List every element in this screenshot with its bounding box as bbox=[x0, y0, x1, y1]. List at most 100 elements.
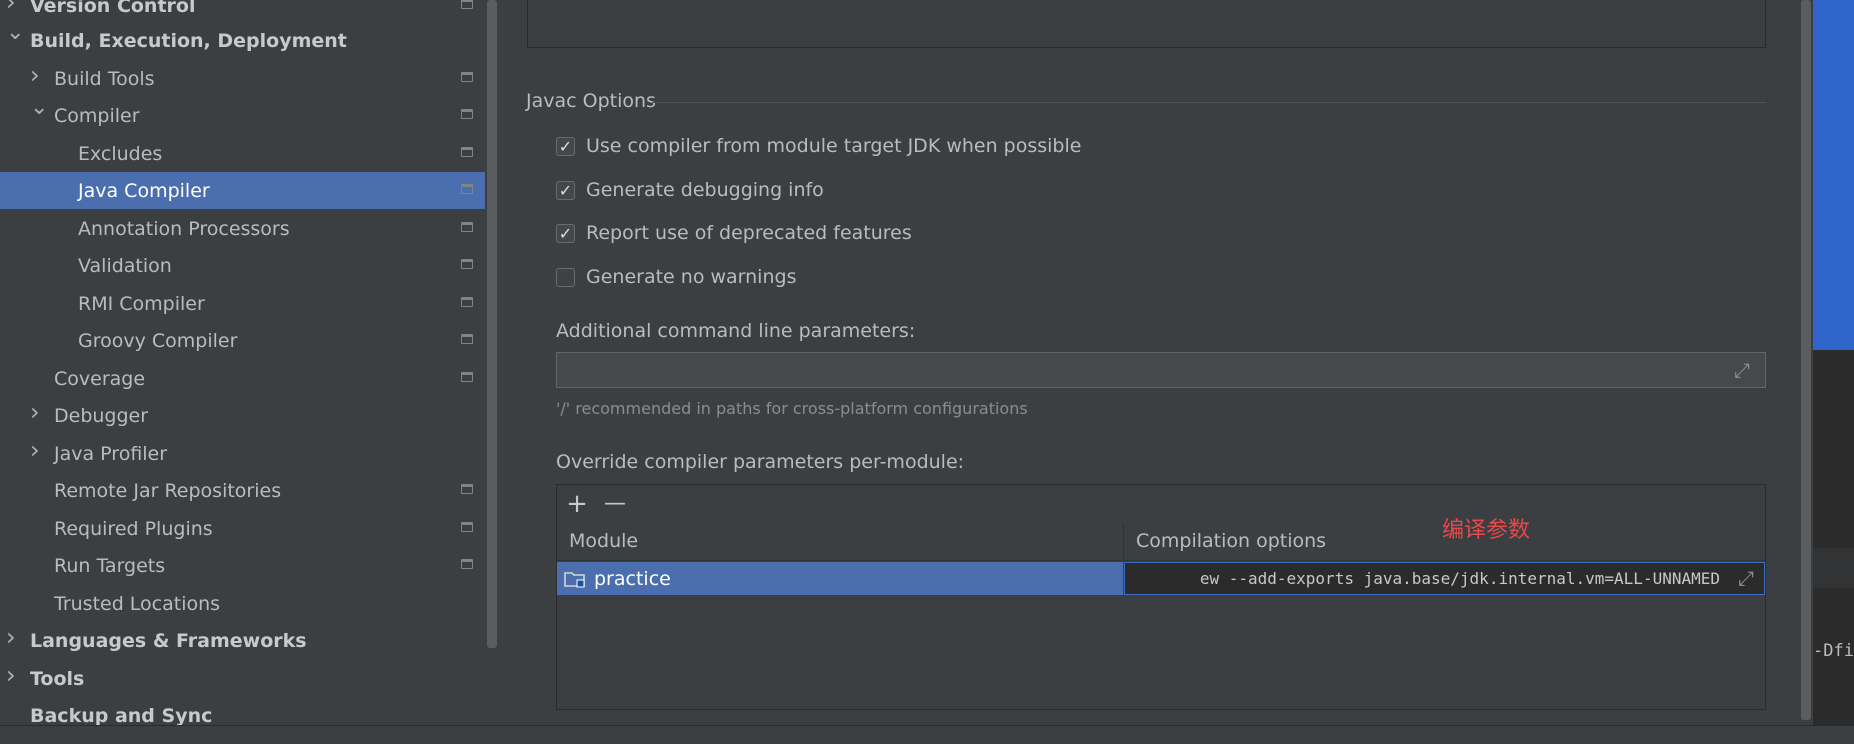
editor-gutter-block bbox=[1813, 548, 1854, 588]
sidebar-item-groovy-compiler[interactable]: Groovy Compiler bbox=[0, 322, 485, 359]
background-editor: -Dfi bbox=[1813, 0, 1854, 743]
module-name: practice bbox=[594, 567, 671, 590]
sidebar-item-label: Version Control bbox=[30, 0, 196, 17]
module-override-table: + — Module Compilation options practice … bbox=[556, 484, 1766, 710]
sidebar-item-validation[interactable]: Validation bbox=[0, 247, 485, 284]
sidebar-item-label: Java Profiler bbox=[54, 442, 168, 465]
project-level-icon bbox=[461, 147, 473, 157]
expand-icon[interactable]: ⤢ bbox=[1734, 566, 1758, 590]
checkbox[interactable]: ✓ bbox=[556, 223, 575, 243]
sidebar-item-label: Required Plugins bbox=[54, 517, 213, 540]
compilation-options-value: ew --add-exports java.base/jdk.internal.… bbox=[1199, 569, 1720, 588]
sidebar-scrollbar-thumb[interactable] bbox=[487, 0, 497, 648]
sidebar-item-label: Build Tools bbox=[54, 67, 155, 90]
column-module[interactable]: Module bbox=[557, 523, 1123, 560]
module-folder-icon bbox=[564, 570, 586, 588]
sidebar-item-build-tools[interactable]: › Build Tools bbox=[0, 60, 485, 97]
project-level-icon bbox=[461, 72, 473, 82]
option-label: Report use of deprecated features bbox=[586, 222, 912, 244]
table-row[interactable]: practice ew --add-exports java.base/jdk.… bbox=[557, 562, 1765, 595]
project-level-icon bbox=[461, 0, 473, 9]
option-label: Generate debugging info bbox=[586, 179, 824, 201]
sidebar-item-trusted-locations[interactable]: Trusted Locations bbox=[0, 585, 485, 622]
content-scrollbar-thumb[interactable] bbox=[1801, 0, 1811, 720]
chevron-right-icon[interactable]: › bbox=[30, 400, 44, 424]
additional-params-input[interactable]: ⤢ bbox=[556, 352, 1766, 388]
sidebar-scrollbar[interactable] bbox=[485, 0, 499, 725]
module-cell[interactable]: practice bbox=[557, 562, 1123, 595]
sidebar-item-label: Annotation Processors bbox=[78, 217, 290, 240]
chevron-right-icon[interactable]: › bbox=[6, 0, 20, 14]
dialog-bottom-bar bbox=[0, 725, 1854, 744]
project-level-icon bbox=[461, 222, 473, 232]
chevron-right-icon[interactable]: › bbox=[30, 438, 44, 462]
sidebar-item-java-profiler[interactable]: › Java Profiler bbox=[0, 435, 485, 472]
annotation-label: 编译参数 bbox=[1442, 518, 1531, 543]
chevron-right-icon[interactable]: › bbox=[30, 63, 44, 87]
chevron-down-icon[interactable]: ⌄ bbox=[6, 22, 24, 44]
sidebar-item-label: Backup and Sync bbox=[30, 704, 213, 726]
sidebar-item-label: Coverage bbox=[54, 367, 146, 390]
project-level-icon bbox=[461, 184, 473, 194]
previous-section-box bbox=[527, 0, 1766, 48]
sidebar-item-label: Languages & Frameworks bbox=[30, 629, 307, 652]
sidebar-item-excludes[interactable]: Excludes bbox=[0, 135, 485, 172]
sidebar-item-label: Remote Jar Repositories bbox=[54, 479, 282, 502]
sidebar-item-build-execution-deployment[interactable]: ⌄ Build, Execution, Deployment bbox=[0, 22, 485, 59]
sidebar-item-label: Compiler bbox=[54, 104, 140, 127]
sidebar-item-backup-and-sync[interactable]: Backup and Sync bbox=[0, 697, 485, 726]
content-scrollbar[interactable] bbox=[1799, 0, 1813, 743]
table-header: Module Compilation options bbox=[557, 523, 1765, 561]
sidebar-item-label: Tools bbox=[30, 667, 85, 690]
sidebar-item-compiler[interactable]: ⌄ Compiler bbox=[0, 97, 485, 134]
remove-icon[interactable]: — bbox=[601, 490, 629, 518]
checkbox[interactable] bbox=[556, 267, 575, 287]
compilation-options-input[interactable]: ew --add-exports java.base/jdk.internal.… bbox=[1124, 562, 1765, 595]
sidebar-item-label: Build, Execution, Deployment bbox=[30, 29, 347, 52]
sidebar-item-remote-jar-repositories[interactable]: Remote Jar Repositories bbox=[0, 472, 485, 509]
sidebar-item-version-control[interactable]: › Version Control bbox=[0, 0, 485, 24]
project-level-icon bbox=[461, 522, 473, 532]
additional-params-label: Additional command line parameters: bbox=[556, 320, 916, 342]
expand-icon[interactable]: ⤢ bbox=[1730, 358, 1754, 382]
sidebar-item-label: Run Targets bbox=[54, 554, 166, 577]
project-level-icon bbox=[461, 259, 473, 269]
sidebar-item-rmi-compiler[interactable]: RMI Compiler bbox=[0, 285, 485, 322]
sidebar-item-label: Debugger bbox=[54, 404, 149, 427]
sidebar-item-tools[interactable]: › Tools bbox=[0, 660, 485, 697]
chevron-right-icon[interactable]: › bbox=[6, 663, 20, 687]
section-divider bbox=[652, 102, 1766, 103]
table-toolbar: + — bbox=[557, 485, 1765, 524]
chevron-right-icon[interactable]: › bbox=[6, 625, 20, 649]
project-level-icon bbox=[461, 484, 473, 494]
sidebar-item-run-targets[interactable]: Run Targets bbox=[0, 547, 485, 584]
settings-sidebar: › Version Control ⌄ Build, Execution, Deplo… bbox=[0, 0, 485, 725]
sidebar-item-label: Java Compiler bbox=[78, 179, 210, 202]
option-deprecated-features[interactable]: ✓ Report use of deprecated features bbox=[556, 220, 912, 246]
option-no-warnings[interactable]: Generate no warnings bbox=[556, 264, 796, 290]
project-level-icon bbox=[461, 109, 473, 119]
sidebar-item-label: Excludes bbox=[78, 142, 163, 165]
sidebar-item-label: RMI Compiler bbox=[78, 292, 205, 315]
sidebar-item-languages-frameworks[interactable]: › Languages & Frameworks bbox=[0, 622, 485, 659]
add-icon[interactable]: + bbox=[563, 490, 591, 518]
sidebar-item-annotation-processors[interactable]: Annotation Processors bbox=[0, 210, 485, 247]
sidebar-item-label: Groovy Compiler bbox=[78, 329, 238, 352]
sidebar-item-debugger[interactable]: › Debugger bbox=[0, 397, 485, 434]
paths-hint: '/' recommended in paths for cross-platf… bbox=[556, 399, 1028, 418]
chevron-down-icon[interactable]: ⌄ bbox=[30, 97, 48, 119]
project-level-icon bbox=[461, 559, 473, 569]
editor-text-fragment: -Dfi bbox=[1813, 641, 1854, 661]
sidebar-item-required-plugins[interactable]: Required Plugins bbox=[0, 510, 485, 547]
sidebar-item-java-compiler[interactable]: Java Compiler bbox=[0, 172, 485, 209]
project-level-icon bbox=[461, 372, 473, 382]
project-level-icon bbox=[461, 297, 473, 307]
option-use-module-jdk[interactable]: ✓ Use compiler from module target JDK wh… bbox=[556, 133, 1081, 159]
checkbox[interactable]: ✓ bbox=[556, 136, 575, 156]
sidebar-item-coverage[interactable]: Coverage bbox=[0, 360, 485, 397]
option-debugging-info[interactable]: ✓ Generate debugging info bbox=[556, 177, 824, 203]
override-params-label: Override compiler parameters per-module: bbox=[556, 451, 965, 473]
checkbox[interactable]: ✓ bbox=[556, 180, 575, 200]
sidebar-item-label: Trusted Locations bbox=[54, 592, 221, 615]
option-label: Use compiler from module target JDK when… bbox=[586, 135, 1082, 157]
